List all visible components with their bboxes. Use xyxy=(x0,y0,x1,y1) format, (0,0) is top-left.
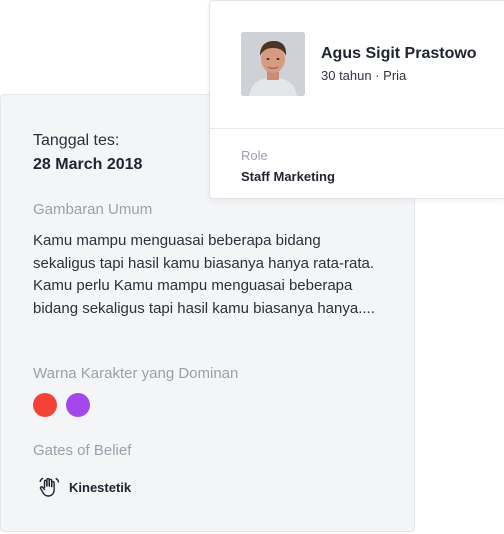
person-age-gender: 30 tahun · Pria xyxy=(321,68,407,83)
role-value: Staff Marketing xyxy=(241,169,335,184)
gate-label: Kinestetik xyxy=(69,479,132,495)
test-date-label: Tanggal tes: xyxy=(33,132,120,149)
avatar xyxy=(241,32,305,96)
gate-item: Kinestetik xyxy=(37,475,131,499)
dominant-color-red xyxy=(33,393,57,417)
overview-heading: Gambaran Umum xyxy=(33,201,153,218)
dominant-colors-heading: Warna Karakter yang Dominan xyxy=(33,365,239,382)
person-name: Agus Sigit Prastowo xyxy=(321,45,477,62)
dominant-color-list xyxy=(33,393,90,417)
dominant-color-purple xyxy=(66,393,90,417)
gates-of-belief-heading: Gates of Belief xyxy=(33,442,132,459)
role-label: Role xyxy=(241,148,268,163)
profile-divider xyxy=(210,128,504,129)
test-date-value: 28 March 2018 xyxy=(33,156,143,173)
overview-text: Kamu mampu menguasai beberapa bidang sek… xyxy=(33,232,375,317)
avatar-photo xyxy=(241,32,305,96)
hand-wave-icon xyxy=(39,477,60,497)
profile-card: Agus Sigit Prastowo 30 tahun · Pria Role… xyxy=(209,0,504,199)
